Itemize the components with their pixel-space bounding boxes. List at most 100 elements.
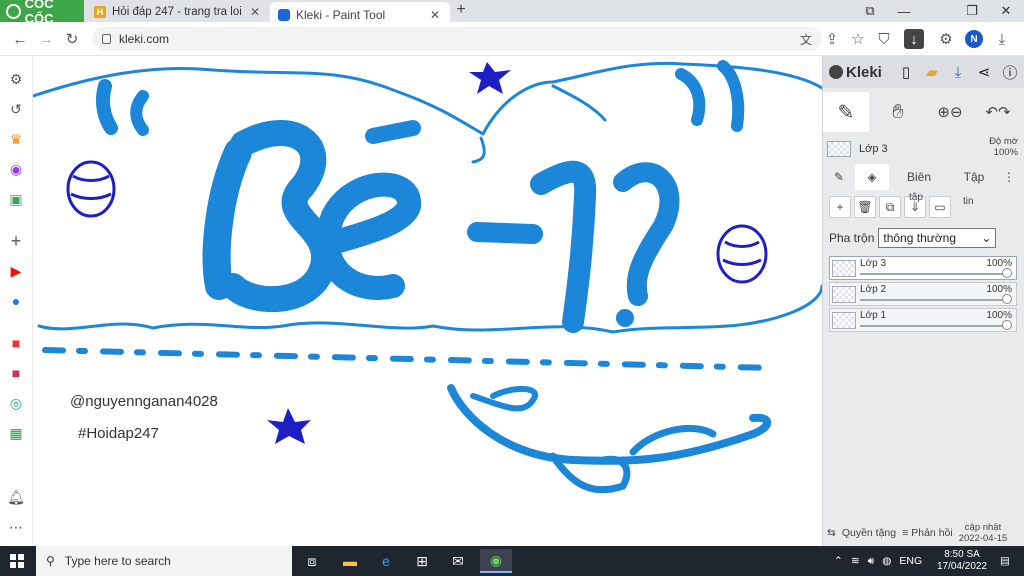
layer-item[interactable]: Lớp 3 100% (829, 256, 1017, 280)
back-button[interactable]: ← (10, 29, 30, 49)
kleki-logo-icon (829, 65, 843, 79)
tab-hoidap247[interactable]: H Hỏi đáp 247 - trang tra loi ✕ (86, 2, 270, 22)
add-layer-icon[interactable]: + (829, 196, 851, 218)
undo-redo-icon[interactable]: ↶↷ (975, 92, 1021, 132)
search-placeholder: Type here to search (64, 554, 171, 568)
bookmark-star-icon[interactable]: ☆ (848, 29, 868, 49)
hand-tool-icon[interactable]: ✋︎ (875, 92, 921, 132)
share-icon[interactable]: ⋖ (971, 59, 997, 85)
chevron-up-icon[interactable]: ⌃ (834, 555, 843, 567)
new-tab-button[interactable]: + (452, 1, 470, 21)
downloads-icon[interactable]: ⤓ (992, 29, 1012, 49)
close-tab-icon[interactable]: ✕ (248, 5, 262, 19)
help-icon[interactable]: ⓘ (997, 59, 1023, 85)
feedback-icon: ≡ (902, 527, 909, 539)
opacity-slider[interactable] (860, 325, 1006, 327)
panel-more-icon[interactable]: ⋮ (999, 164, 1019, 190)
zoom-icon[interactable]: ⊕⊖ (927, 92, 973, 132)
mail-icon[interactable]: ✉ (442, 549, 474, 573)
layer-name: Lớp 2 (860, 284, 887, 295)
minimize-button[interactable]: — (886, 0, 922, 22)
game-thumb-icon[interactable]: ■ (7, 364, 25, 382)
kleki-panel: Kleki ▯ ▰ ⤓ ⋖ ⓘ ✎ ✋︎ ⊕⊖ ↶↷ Lớp 3 Độ mờ 1… (822, 56, 1024, 546)
opacity-slider-handle[interactable] (1002, 294, 1012, 304)
privacy-text: Quyền tặng (841, 527, 897, 539)
blend-mode: Pha trộn thông thường ⌄ (829, 228, 997, 248)
restore-button[interactable]: ❐ (954, 0, 990, 22)
blend-mode-select[interactable]: thông thường ⌄ (878, 228, 997, 248)
duplicate-layer-icon[interactable]: ⧉ (879, 196, 901, 218)
coccoc-taskbar-icon[interactable]: ◉ (480, 549, 512, 573)
open-folder-icon[interactable]: ▰ (919, 59, 945, 85)
tab-brush[interactable]: ✎ (823, 164, 855, 190)
close-window-button[interactable]: ✕ (988, 0, 1024, 22)
games-icon[interactable]: ▣ (7, 190, 25, 208)
address-bar[interactable]: kleki.com (92, 27, 822, 51)
windows-taskbar: ⚲ Type here to search ⧈ ▬ e ⊞ ✉ ◉ ⌃ ≋ 🔊︎… (0, 546, 1024, 576)
download-video-icon[interactable]: ↓ (904, 29, 924, 49)
bell-icon[interactable]: 🔔︎ (7, 488, 25, 506)
store-icon[interactable]: ⊞ (406, 549, 438, 573)
rename-layer-icon[interactable]: ▭ (929, 196, 951, 218)
layer-thumbnail (832, 286, 856, 303)
layer-item[interactable]: Lớp 2 100% (829, 282, 1017, 306)
tool-row: ✎ ✋︎ ⊕⊖ ↶↷ (823, 90, 1024, 134)
shield-icon[interactable]: ⛉ (874, 29, 894, 49)
feedback-text: Phản hồi (911, 527, 953, 539)
save-download-icon[interactable]: ⤓ (945, 59, 971, 85)
coccoc-menu-button[interactable]: CỐC CỐC (0, 0, 84, 26)
translate-icon[interactable]: 文 (796, 29, 816, 49)
layer-thumbnail (832, 312, 856, 329)
close-tab-icon[interactable]: ✕ (428, 8, 442, 22)
youtube-icon[interactable]: ▶ (7, 262, 25, 280)
facebook-icon[interactable]: ● (7, 292, 25, 310)
feedback-link[interactable]: ≡ Phản hồi (902, 527, 953, 539)
tab-edit[interactable]: Biên (889, 164, 949, 190)
opacity-slider-handle[interactable] (1002, 320, 1012, 330)
tab-strip: CỐC CỐC H Hỏi đáp 247 - trang tra loi ✕ … (0, 0, 1024, 28)
layer-actions: + 🗑︎ ⧉ ⇓ ▭ (829, 196, 951, 220)
messenger-icon[interactable]: ◉ (7, 160, 25, 178)
delete-layer-icon[interactable]: 🗑︎ (854, 196, 876, 218)
language-indicator[interactable]: ENG (899, 555, 922, 567)
opacity-slider[interactable] (860, 273, 1006, 275)
tab-layers-icon[interactable]: ◈ (855, 164, 889, 190)
edge-icon[interactable]: e (370, 549, 402, 573)
tab-file[interactable]: Tập (949, 164, 999, 190)
kleki-logo[interactable]: Kleki (823, 64, 893, 81)
update-info[interactable]: cập nhật 2022-04-15 (959, 522, 1008, 544)
opacity-slider-handle[interactable] (1002, 268, 1012, 278)
windows-start-icon[interactable] (10, 554, 24, 568)
notifications-icon[interactable]: ▤ (1000, 546, 1010, 576)
reload-button[interactable]: ↻ (62, 29, 82, 49)
volume-icon[interactable]: 🔊︎ (868, 555, 875, 568)
sheets-icon[interactable]: ▦ (7, 424, 25, 442)
wifi-icon[interactable]: ≋ (851, 555, 860, 567)
share-icon[interactable]: ⇪ (822, 29, 842, 49)
settings-icon[interactable]: ⚙ (7, 70, 25, 88)
add-icon[interactable]: + (7, 231, 25, 251)
forward-button[interactable]: → (36, 29, 56, 49)
history-icon[interactable]: ↺ (7, 100, 25, 118)
network-icon[interactable]: ◍ (882, 555, 891, 567)
crown-icon[interactable]: ♛ (7, 130, 25, 148)
screenshot-icon[interactable]: ⧉ (852, 0, 888, 22)
drawing-canvas[interactable]: @nguyennganan4028 #Hoidap247 (33, 56, 822, 546)
maps-icon[interactable]: ◎ (7, 394, 25, 412)
file-explorer-icon[interactable]: ▬ (334, 549, 366, 573)
task-view-icon[interactable]: ⧈ (296, 549, 328, 573)
privacy-link[interactable]: Quyền tặng (842, 527, 896, 539)
new-image-icon[interactable]: ▯ (893, 59, 919, 85)
layer-thumbnail (827, 141, 851, 157)
profile-avatar[interactable]: N (965, 30, 983, 48)
shop-icon[interactable]: ■ (7, 334, 25, 352)
layer-item[interactable]: Lớp 1 100% (829, 308, 1017, 332)
swap-icon[interactable]: ⇆ (827, 527, 836, 539)
clock[interactable]: 8:50 SA 17/04/2022 (934, 549, 990, 573)
kleki-logo-text: Kleki (846, 63, 882, 81)
extensions-icon[interactable]: ⚙ (936, 29, 956, 49)
opacity-slider[interactable] (860, 299, 1006, 301)
more-icon[interactable]: ⋯ (7, 518, 25, 536)
brush-tool-icon[interactable]: ✎ (823, 92, 869, 132)
taskbar-search[interactable]: ⚲ Type here to search (36, 546, 292, 576)
